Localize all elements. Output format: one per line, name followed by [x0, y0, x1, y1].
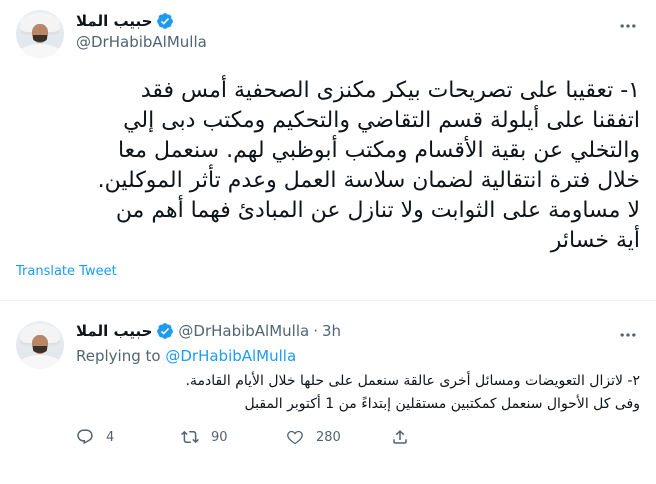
author-handle[interactable]: @DrHabibAlMulla [76, 33, 207, 51]
share-button[interactable] [391, 428, 496, 446]
divider [0, 300, 656, 301]
verified-badge-icon [156, 322, 174, 340]
avatar[interactable] [16, 321, 64, 369]
more-options-icon[interactable] [616, 323, 640, 347]
reply-author-handle[interactable]: @DrHabibAlMulla [178, 322, 309, 340]
avatar[interactable] [16, 10, 64, 58]
retweet-count: 90 [211, 429, 228, 445]
verified-badge-icon [156, 12, 174, 30]
retweet-button[interactable]: 90 [181, 428, 286, 446]
replying-to: Replying to @DrHabibAlMulla [76, 347, 296, 365]
replying-to-mention[interactable]: @DrHabibAlMulla [165, 347, 296, 365]
reply-tweet-text: ٢- لاتزال التعويضات ومسائل أخرى عالقة سن… [185, 373, 640, 412]
timestamp[interactable]: 3h [322, 322, 341, 340]
translate-tweet-link[interactable]: Translate Tweet [16, 264, 117, 279]
author-name[interactable]: حبيب الملا [76, 12, 152, 30]
like-count: 280 [316, 429, 341, 445]
reply-count: 4 [106, 429, 115, 445]
heart-icon [287, 430, 303, 445]
author-block: حبيب الملا @DrHabibAlMulla [76, 12, 207, 51]
reply-author-name[interactable]: حبيب الملا [76, 322, 152, 340]
reply-icon [77, 429, 93, 445]
reply-button[interactable]: 4 [76, 428, 181, 446]
tweet-actions: 4 90 280 [76, 428, 496, 446]
replying-to-label: Replying to [76, 347, 161, 365]
retweet-icon [181, 430, 199, 444]
like-button[interactable]: 280 [286, 428, 391, 446]
more-options-icon[interactable] [616, 14, 640, 38]
separator-dot: · [313, 322, 318, 340]
tweet-text: ١- تعقيبا على تصريحات بيكر مكنزى الصحفية… [97, 78, 640, 253]
reply-header: حبيب الملا @DrHabibAlMulla · 3h [76, 322, 341, 340]
main-tweet: حبيب الملا @DrHabibAlMulla ١- تعقيبا على… [0, 0, 656, 300]
share-icon [393, 429, 407, 444]
